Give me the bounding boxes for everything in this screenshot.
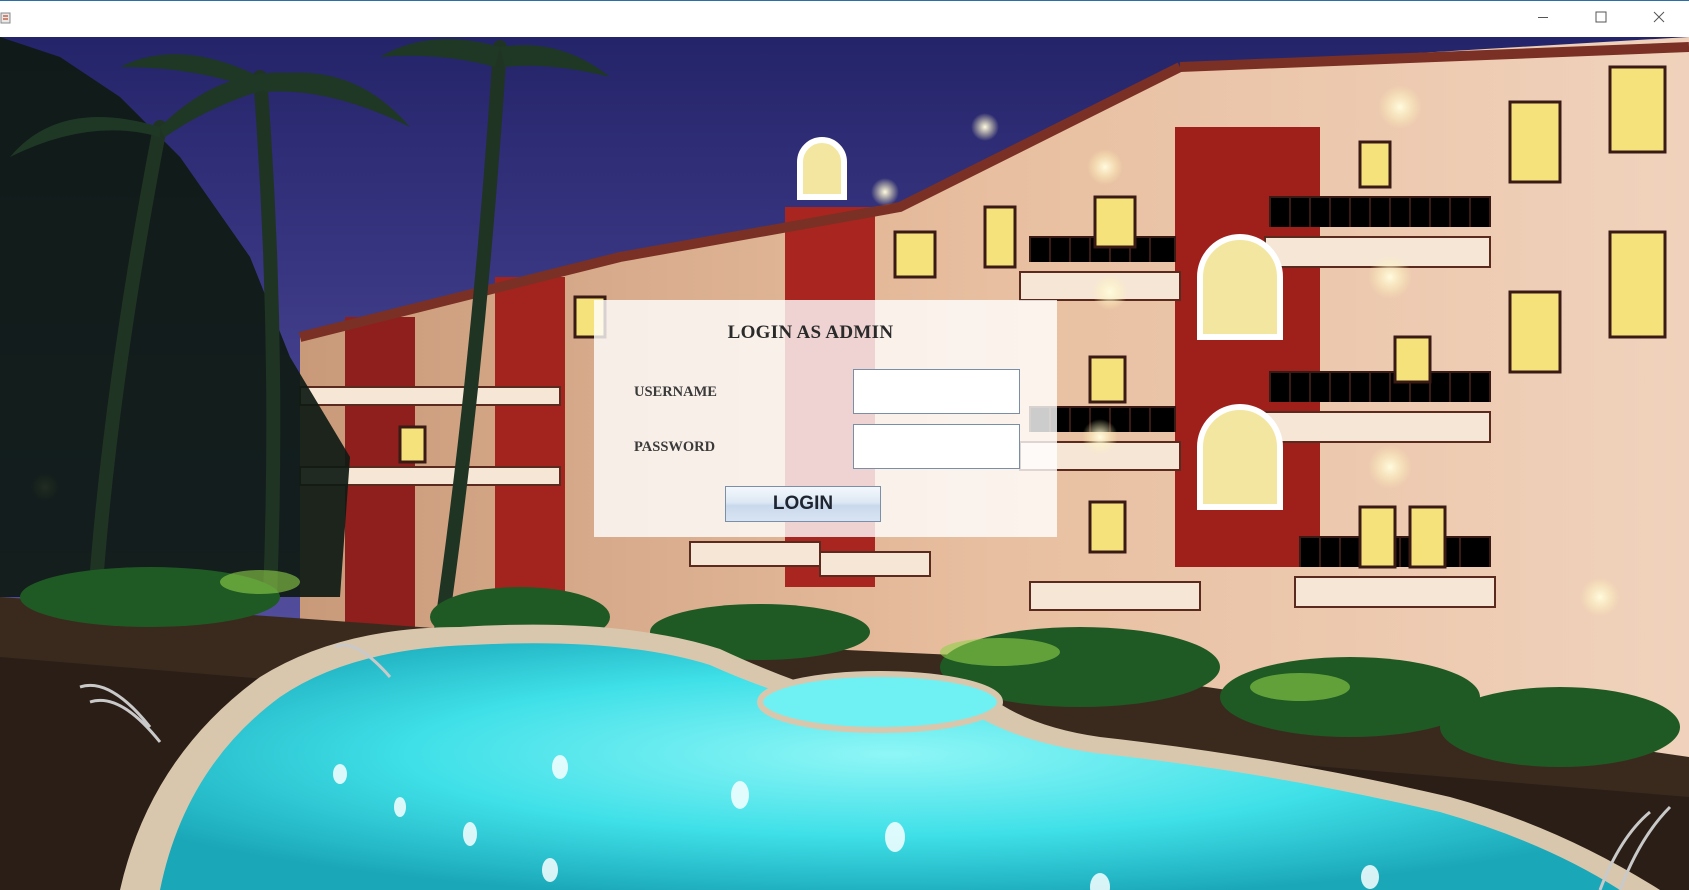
login-window: LOGIN AS ADMIN USERNAME PASSWORD LOGIN bbox=[0, 0, 1689, 890]
close-icon bbox=[1653, 10, 1665, 28]
login-button[interactable]: LOGIN bbox=[725, 486, 881, 522]
login-title: LOGIN AS ADMIN bbox=[727, 322, 894, 343]
java-app-icon bbox=[0, 10, 12, 27]
maximize-button[interactable] bbox=[1572, 1, 1630, 37]
maximize-icon bbox=[1595, 10, 1607, 28]
password-field[interactable] bbox=[853, 424, 1020, 469]
username-field[interactable] bbox=[853, 369, 1020, 414]
close-button[interactable] bbox=[1630, 1, 1688, 37]
username-label: USERNAME bbox=[634, 384, 717, 400]
login-panel: LOGIN AS ADMIN USERNAME PASSWORD LOGIN bbox=[594, 300, 1057, 537]
password-label: PASSWORD bbox=[634, 439, 716, 455]
title-bar bbox=[0, 0, 1689, 37]
minimize-icon bbox=[1537, 10, 1549, 28]
minimize-button[interactable] bbox=[1514, 1, 1572, 37]
